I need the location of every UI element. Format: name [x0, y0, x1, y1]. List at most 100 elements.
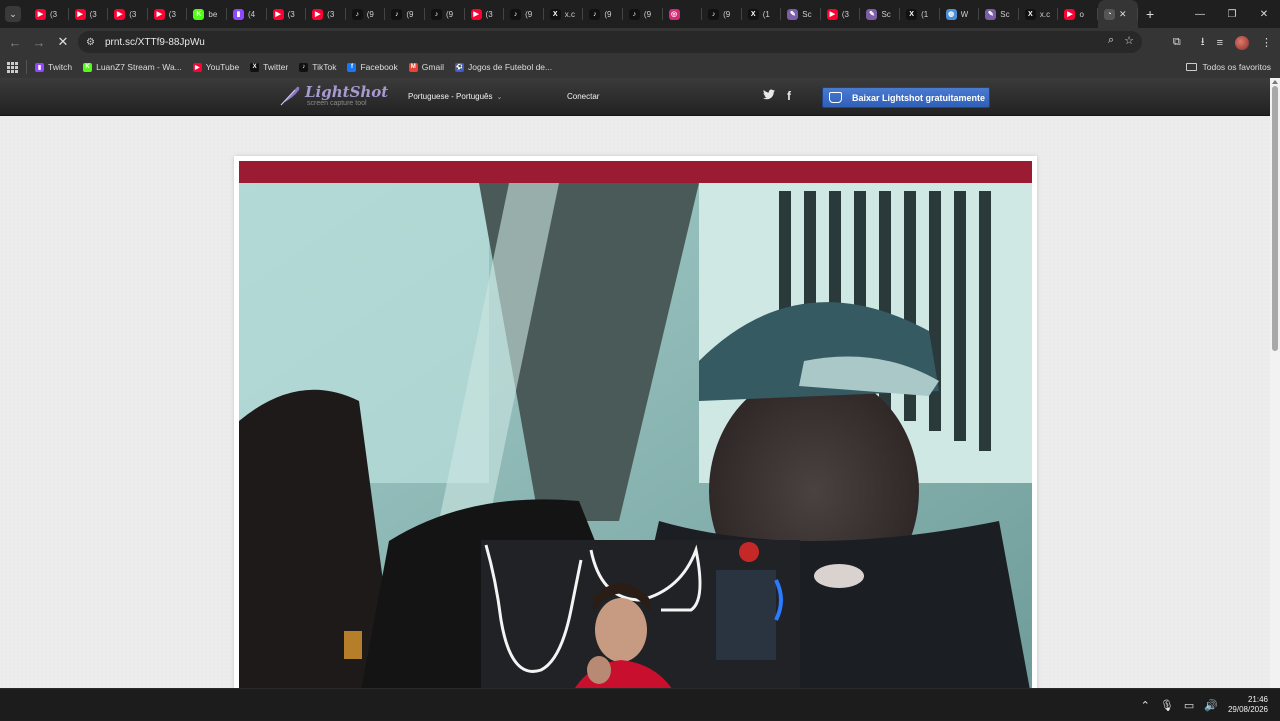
download-icon[interactable]: ⭳ [1201, 33, 1205, 52]
tab-title: (3 [327, 9, 335, 19]
bookmark-label: Gmail [421, 62, 444, 72]
language-selector[interactable]: Portuguese - Português ⌄ [408, 92, 502, 101]
tab[interactable]: ▮ (4 [227, 0, 267, 28]
bookmark-item[interactable]: ⚽ Jogos de Futebol de... [455, 62, 552, 72]
tab-title: (3 [50, 9, 58, 19]
tab-title: x.c [564, 9, 575, 19]
url-text[interactable]: prnt.sc/XTTf9-88JpWu [105, 37, 205, 48]
tab-search-icon[interactable]: ⌄ [5, 6, 21, 22]
instagram-icon: ◎ [668, 8, 680, 20]
bookmark-star-icon[interactable]: ☆ [1124, 34, 1134, 47]
all-bookmarks-label: Todos os favoritos [1202, 62, 1271, 72]
facebook-icon[interactable]: f [787, 89, 791, 103]
x-icon: X [1024, 8, 1036, 20]
back-icon[interactable]: ← [3, 30, 27, 54]
all-bookmarks-folder[interactable]: Todos os favoritos [1186, 62, 1271, 72]
tab[interactable]: X (1 [742, 0, 782, 28]
clock-date: 29/08/2026 [1227, 705, 1268, 714]
social-links: f [763, 89, 791, 103]
zoom-icon[interactable]: ⌕ [1108, 34, 1114, 47]
tab-title: (9 [723, 9, 731, 19]
lightshot-icon: ✎ [985, 8, 997, 20]
facebook-icon: f [347, 62, 357, 72]
bookmark-item[interactable]: M Gmail [408, 62, 444, 72]
minimize-button[interactable]: — [1184, 0, 1216, 28]
language-label: Portuguese - Português [408, 92, 493, 101]
tab[interactable]: ▶ (3 [306, 0, 346, 28]
tab[interactable]: X (1 [900, 0, 940, 28]
tab[interactable]: ♪ (9 [385, 0, 425, 28]
lightshot-icon: ✎ [787, 8, 799, 20]
lightshot-icon: ✎ [866, 8, 878, 20]
tab[interactable]: Kbe [187, 0, 227, 28]
system-tray: ⌃ 🎙 ▭ 🔊 21:46 29/08/2026 [1141, 689, 1280, 721]
site-info-icon[interactable]: ⚙ [86, 37, 95, 48]
bookmark-item[interactable]: X Twitter [250, 62, 288, 72]
page-scrollbar[interactable] [1270, 78, 1280, 688]
tab[interactable]: ♪ (9 [504, 0, 544, 28]
clock[interactable]: 21:46 29/08/2026 [1228, 695, 1268, 715]
reading-list-icon[interactable]: ≡ [1217, 37, 1223, 49]
tab[interactable]: ✎ Sc [860, 0, 900, 28]
tab[interactable]: ♪ (9 [583, 0, 623, 28]
tab-title: (3 [129, 9, 137, 19]
tab-title: Sc [1000, 9, 1010, 19]
volume-icon[interactable]: 🔊 [1204, 699, 1218, 712]
tab[interactable]: ▶ (3 [69, 0, 109, 28]
tab-title: (9 [366, 9, 374, 19]
twitter-icon[interactable] [763, 89, 775, 103]
login-link[interactable]: Conectar [567, 92, 599, 101]
bookmark-label: Facebook [360, 62, 398, 72]
address-bar[interactable]: ⚙ prnt.sc/XTTf9-88JpWu ⌕ ☆ [78, 31, 1142, 53]
download-lightshot-button[interactable]: Baixar Lightshot gratuitamente [822, 87, 990, 108]
extensions-icon[interactable]: ⧉ [1173, 36, 1181, 49]
tab-active[interactable]: ◔ ✕ [1098, 0, 1139, 28]
bookmark-item[interactable]: ♪ TikTok [299, 62, 336, 72]
forward-icon[interactable]: → [27, 30, 51, 54]
close-tab-icon[interactable]: ✕ [1119, 9, 1127, 20]
tab[interactable]: Xx.c [1019, 0, 1059, 28]
new-tab-button[interactable]: + [1146, 6, 1154, 22]
tab-title: o [1079, 9, 1084, 19]
tab[interactable]: ◎ [663, 0, 703, 28]
microphone-icon[interactable]: 🎙 [1160, 699, 1174, 712]
bookmark-item[interactable]: ▶ YouTube [192, 62, 239, 72]
stop-loading-icon[interactable]: ✕ [51, 30, 75, 54]
tab[interactable]: ▶ (3 [148, 0, 188, 28]
brand-name: LightShot [305, 83, 389, 101]
tab[interactable]: ▶ (3 [465, 0, 505, 28]
tab[interactable]: ▶ (3 [821, 0, 861, 28]
lightshot-logo[interactable]: LightShot screen capture tool [279, 84, 388, 108]
tab[interactable]: ▶ (3 [29, 0, 69, 28]
close-window-button[interactable]: ✕ [1248, 0, 1280, 28]
apps-grid-icon[interactable] [7, 61, 18, 73]
scroll-up-icon[interactable] [1272, 80, 1278, 84]
youtube-icon: ▶ [74, 8, 86, 20]
scrollbar-thumb[interactable] [1272, 86, 1278, 351]
tab[interactable]: ♪ (9 [346, 0, 386, 28]
tab[interactable]: ♪ (9 [425, 0, 465, 28]
bookmark-list: ▮ Twitch K LuanZ7 Stream - Wa... ▶ YouTube X Tw… [35, 62, 563, 72]
tab[interactable]: ✎ Sc [781, 0, 821, 28]
bookmark-item[interactable]: f Facebook [347, 62, 398, 72]
tab-title: (3 [89, 9, 97, 19]
menu-icon[interactable]: ⋮ [1261, 36, 1272, 49]
tab[interactable]: ▶ (3 [108, 0, 148, 28]
restore-button[interactable]: ❐ [1216, 0, 1248, 28]
tab[interactable]: ♪ (9 [702, 0, 742, 28]
tab[interactable]: ♪ (9 [623, 0, 663, 28]
bookmark-item[interactable]: K LuanZ7 Stream - Wa... [83, 62, 182, 72]
tab[interactable]: Xx.c [544, 0, 584, 28]
tab[interactable]: ▶ o [1058, 0, 1098, 28]
tab-title: (3 [841, 9, 849, 19]
show-hidden-icons-icon[interactable]: ⌃ [1141, 699, 1150, 712]
twitch-icon: ▮ [232, 8, 244, 20]
profile-avatar[interactable] [1235, 35, 1249, 50]
tab[interactable]: ▶ (3 [267, 0, 307, 28]
network-icon[interactable]: ▭ [1184, 699, 1194, 712]
tab[interactable]: ◍ W [940, 0, 980, 28]
tab[interactable]: ✎ Sc [979, 0, 1019, 28]
youtube-icon: ▶ [35, 8, 46, 20]
window-controls: — ❐ ✕ [1184, 0, 1280, 28]
bookmark-item[interactable]: ▮ Twitch [35, 62, 72, 72]
